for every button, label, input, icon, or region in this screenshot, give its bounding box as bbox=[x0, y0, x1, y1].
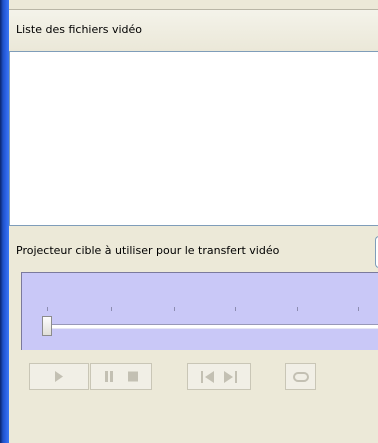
seek-track[interactable] bbox=[42, 324, 378, 329]
video-list-title: Liste des fichiers vidéo bbox=[16, 23, 143, 36]
slider-tick bbox=[47, 307, 48, 311]
slider-tick bbox=[358, 307, 359, 311]
playback-area bbox=[21, 272, 378, 350]
pause-icon[interactable] bbox=[104, 371, 114, 382]
play-icon bbox=[55, 371, 63, 382]
prev-next-buttons bbox=[187, 363, 251, 390]
slider-tick bbox=[174, 307, 175, 311]
loop-icon bbox=[292, 371, 309, 382]
slider-tick bbox=[235, 307, 236, 311]
next-icon[interactable] bbox=[223, 370, 237, 383]
window-frame-left bbox=[0, 0, 9, 443]
video-list-header: Liste des fichiers vidéo bbox=[9, 9, 378, 52]
video-file-list[interactable] bbox=[9, 52, 378, 226]
pause-stop-buttons bbox=[90, 363, 152, 390]
stop-icon[interactable] bbox=[128, 371, 138, 382]
seek-thumb[interactable] bbox=[42, 316, 52, 336]
previous-icon[interactable] bbox=[201, 370, 215, 383]
slider-tick bbox=[297, 307, 298, 311]
loop-button[interactable] bbox=[285, 363, 316, 390]
play-button[interactable] bbox=[29, 363, 89, 390]
projector-row: Projecteur cible à utiliser pour le tran… bbox=[9, 226, 378, 272]
slider-tick bbox=[111, 307, 112, 311]
projector-label: Projecteur cible à utiliser pour le tran… bbox=[16, 244, 280, 257]
